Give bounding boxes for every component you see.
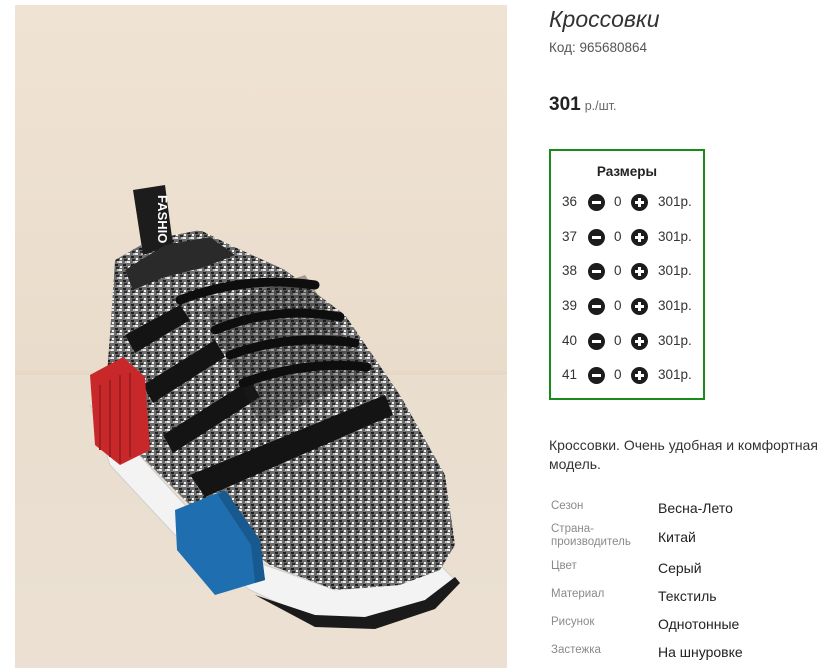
minus-icon[interactable] xyxy=(588,367,605,384)
product-price: 301 р./шт. xyxy=(549,94,616,116)
size-sum: 301р. xyxy=(658,263,692,278)
minus-icon[interactable] xyxy=(588,263,605,280)
minus-icon[interactable] xyxy=(588,298,605,315)
size-value: 36 xyxy=(562,194,578,209)
plus-icon[interactable] xyxy=(631,367,648,384)
plus-icon[interactable] xyxy=(631,263,648,280)
size-sum: 301р. xyxy=(658,194,692,209)
size-value: 39 xyxy=(562,298,578,313)
size-row: 38 0 301р. xyxy=(551,261,703,283)
sizes-title: Размеры xyxy=(596,164,658,179)
size-sum: 301р. xyxy=(658,333,692,348)
size-quantity: 0 xyxy=(614,333,622,348)
size-quantity: 0 xyxy=(614,263,622,278)
property-value: На шнуровке xyxy=(658,644,743,660)
size-value: 41 xyxy=(562,367,578,382)
price-unit: р./шт. xyxy=(584,99,617,113)
size-row: 37 0 301р. xyxy=(551,227,703,249)
size-sum: 301р. xyxy=(658,367,692,382)
plus-icon[interactable] xyxy=(631,229,648,246)
size-row: 36 0 301р. xyxy=(551,192,703,214)
size-quantity: 0 xyxy=(614,367,622,382)
product-photo[interactable]: FASHIO xyxy=(15,5,507,668)
product-title: Кроссовки xyxy=(549,6,660,32)
sneaker-illustration: FASHIO xyxy=(15,185,507,668)
size-value: 38 xyxy=(562,263,578,278)
heel-tab-text: FASHIO xyxy=(155,195,170,243)
product-description: Кроссовки. Очень удобная и комфортная мо… xyxy=(549,437,818,472)
property-key: Материал xyxy=(551,588,605,600)
size-value: 40 xyxy=(562,333,578,348)
property-key: Цвет xyxy=(551,560,577,572)
size-quantity: 0 xyxy=(614,298,622,313)
property-value: Однотонные xyxy=(658,616,740,632)
minus-icon[interactable] xyxy=(588,229,605,246)
plus-icon[interactable] xyxy=(631,298,648,315)
property-value: Серый xyxy=(658,560,702,576)
size-row: 39 0 301р. xyxy=(551,296,703,318)
minus-icon[interactable] xyxy=(588,194,605,211)
property-key: Страна-производитель xyxy=(551,523,631,548)
plus-icon[interactable] xyxy=(631,333,648,350)
price-value: 301 xyxy=(549,94,581,115)
property-value: Китай xyxy=(658,529,696,545)
property-value: Весна-Лето xyxy=(658,500,733,516)
property-key: Застежка xyxy=(551,644,601,656)
size-sum: 301р. xyxy=(658,229,692,244)
size-sum: 301р. xyxy=(658,298,692,313)
plus-icon[interactable] xyxy=(631,194,648,211)
size-quantity: 0 xyxy=(614,229,622,244)
property-value: Текстиль xyxy=(658,588,717,604)
minus-icon[interactable] xyxy=(588,333,605,350)
size-row: 41 0 301р. xyxy=(551,365,703,387)
size-value: 37 xyxy=(562,229,578,244)
property-key: Сезон xyxy=(551,500,584,512)
sizes-panel: Размеры 36 0 301р. 37 0 301р. 38 0 301р.… xyxy=(549,149,705,400)
product-code: Код: 965680864 xyxy=(549,40,648,55)
property-key: Рисунок xyxy=(551,616,595,628)
size-row: 40 0 301р. xyxy=(551,331,703,353)
size-quantity: 0 xyxy=(614,194,622,209)
